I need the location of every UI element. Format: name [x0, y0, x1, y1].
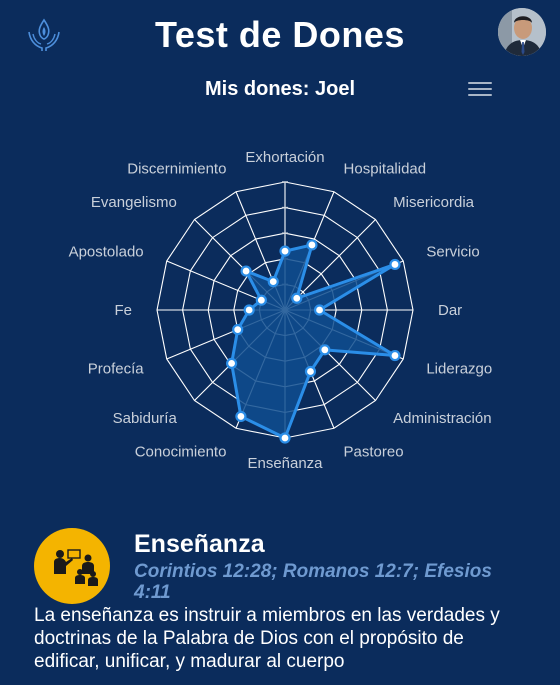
radar-point-8[interactable]: [279, 432, 291, 444]
radar-label: Discernimiento: [127, 161, 226, 178]
app-header: Test de Dones: [0, 0, 560, 70]
gift-description: La enseñanza es instruir a miembros en l…: [34, 605, 500, 672]
radar-label: Apostolado: [69, 243, 144, 260]
radar-point-3[interactable]: [389, 258, 401, 271]
radar-point-11[interactable]: [232, 323, 244, 336]
avatar-photo-icon: [498, 8, 546, 56]
radar-label: Conocimiento: [135, 443, 227, 460]
radar-label: Pastoreo: [344, 443, 404, 460]
radar-point-13[interactable]: [255, 294, 267, 306]
radar-point-6[interactable]: [319, 344, 331, 356]
radar-label: Administración: [393, 410, 491, 427]
radar-label: Hospitalidad: [344, 161, 427, 178]
teaching-icon: [34, 528, 110, 604]
radar-label: Liderazgo: [426, 361, 492, 378]
radar-point-15[interactable]: [267, 276, 279, 288]
radar-label: Enseñanza: [247, 455, 323, 470]
radar-point-10[interactable]: [225, 357, 238, 370]
gift-title: Enseñanza: [134, 530, 265, 558]
radar-point-5[interactable]: [389, 349, 401, 362]
radar-point-2[interactable]: [291, 292, 303, 304]
radar-point-12[interactable]: [243, 304, 255, 316]
gifts-radar-chart: Exhortación Hospitalidad Misericordia Servi…: [69, 149, 493, 470]
radar-label: Servicio: [426, 243, 479, 260]
user-avatar[interactable]: [498, 8, 546, 56]
radar-label: Exhortación: [245, 149, 324, 166]
radar-point-4[interactable]: [313, 304, 326, 316]
app-title: Test de Dones: [155, 14, 405, 55]
hamburger-menu-icon[interactable]: [466, 78, 494, 100]
radar-label: Dar: [438, 302, 462, 319]
radar-label: Evangelismo: [91, 194, 177, 211]
radar-label: Misericordia: [393, 194, 475, 211]
radar-label: Fe: [114, 302, 132, 319]
radar-point-14[interactable]: [240, 265, 252, 277]
radar-point-9[interactable]: [235, 410, 247, 423]
radar-point-7[interactable]: [304, 365, 317, 378]
gift-references: Corintios 12:28; Romanos 12:7; Efesios 4…: [134, 561, 492, 603]
radar-point-0[interactable]: [279, 245, 291, 257]
radar-label: Sabiduría: [113, 410, 178, 427]
radar-point-1[interactable]: [306, 239, 318, 251]
radar-series-area: [230, 243, 397, 440]
radar-label: Profecía: [88, 361, 145, 378]
